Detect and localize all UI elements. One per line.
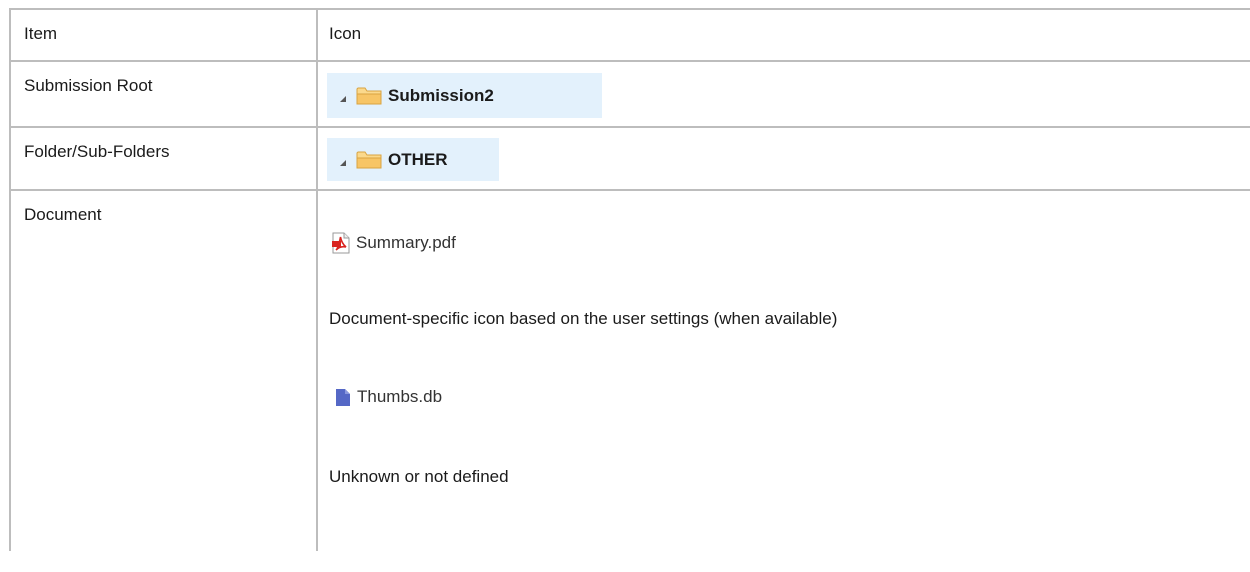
document-entry: Thumbs.db (335, 387, 442, 407)
document-caption: Unknown or not defined (329, 467, 509, 486)
document-filename: Thumbs.db (357, 387, 443, 406)
document-caption: Document-specific icon based on the user… (329, 309, 838, 328)
icon-cell: OTHER (318, 128, 1250, 189)
item-cell: Folder/Sub-Folders (11, 128, 318, 189)
table-row: Document Summary.pdf Document-specific i… (11, 191, 1250, 551)
item-cell: Submission Root (11, 62, 318, 126)
table-header-row: Item Icon (11, 10, 1250, 62)
header-item: Item (11, 10, 318, 60)
document-entry: Summary.pdf (331, 232, 456, 254)
icon-reference-table: Item Icon Submission Root Submission2 Fo… (9, 8, 1250, 551)
generic-file-icon (336, 388, 350, 406)
icon-cell: Summary.pdf Document-specific icon based… (318, 191, 1250, 551)
folder-icon (356, 87, 382, 105)
folder-icon (356, 151, 382, 169)
tree-node-label: Submission2 (388, 85, 494, 105)
expanded-triangle-icon (340, 159, 346, 166)
header-icon: Icon (329, 24, 362, 43)
folder-node: OTHER (327, 138, 499, 181)
expanded-triangle-icon (340, 95, 346, 102)
table-row: Folder/Sub-Folders OTHER (11, 128, 1250, 191)
item-cell: Document (11, 191, 318, 551)
icon-cell: Submission2 (318, 62, 1250, 126)
document-filename: Summary.pdf (356, 233, 456, 252)
pdf-icon (332, 232, 350, 254)
tree-node-label: OTHER (388, 149, 448, 169)
table-row: Submission Root Submission2 (11, 62, 1250, 128)
submission-root-node: Submission2 (327, 73, 602, 118)
